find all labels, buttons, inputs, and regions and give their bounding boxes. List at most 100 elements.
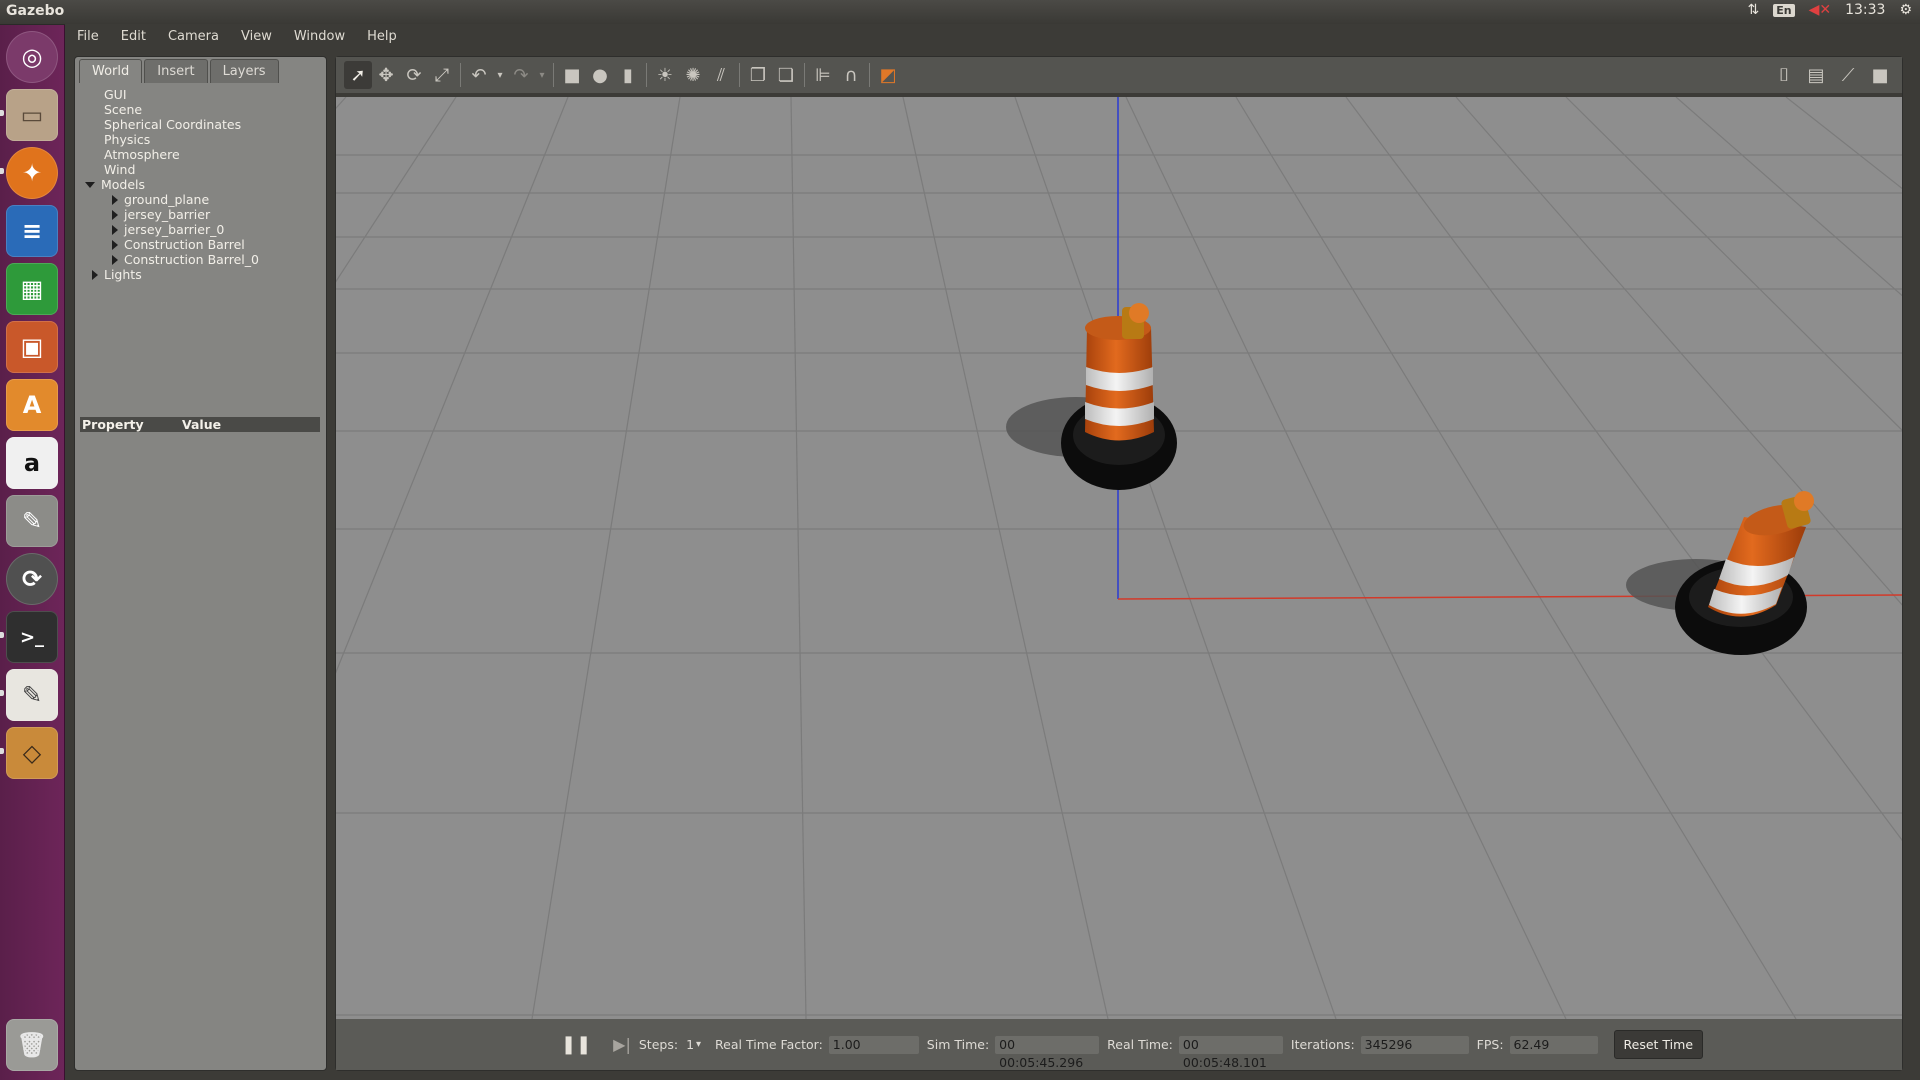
sphere-shape-icon[interactable]: ●	[586, 61, 614, 89]
software-center-icon[interactable]: A	[6, 379, 58, 431]
scene-render	[336, 97, 1902, 1019]
tree-item-atmosphere[interactable]: Atmosphere	[75, 147, 326, 162]
tab-insert[interactable]: Insert	[144, 59, 208, 83]
directional-light-icon[interactable]: ⫽	[707, 61, 735, 89]
log-icon[interactable]: ▤	[1802, 61, 1830, 89]
world-tree: GUI Scene Spherical Coordinates Physics …	[75, 87, 326, 282]
expand-right-icon[interactable]	[112, 254, 118, 265]
indicator-area: ⇅ En ◀✕ 13:33 ⚙	[1747, 2, 1912, 18]
tree-item-spherical-coordinates[interactable]: Spherical Coordinates	[75, 117, 326, 132]
tree-item-lights[interactable]: Lights	[75, 267, 326, 282]
menu-help[interactable]: Help	[367, 29, 397, 44]
files-icon[interactable]: ▭	[6, 89, 58, 141]
expand-right-icon[interactable]	[112, 194, 118, 205]
ubuntu-dash-icon[interactable]: ◎	[6, 31, 58, 83]
impress-icon[interactable]: ▣	[6, 321, 58, 373]
undo-history-dropdown-icon[interactable]: ▾	[493, 61, 507, 89]
expand-down-icon[interactable]	[85, 181, 95, 188]
toolbar: ➚ ✥ ⟳ ⤢ ↶ ▾ ↷ ▾ ■ ● ▮ ☀ ✺ ⫽ ❐ ❏ ⊫ ∩ ◩ ⌷ …	[336, 57, 1902, 93]
expand-right-icon[interactable]	[112, 224, 118, 235]
value-column-header[interactable]: Value	[182, 417, 221, 432]
menu-window[interactable]: Window	[294, 29, 345, 44]
network-icon[interactable]: ⇅	[1747, 2, 1759, 18]
scale-mode-icon[interactable]: ⤢	[428, 61, 456, 89]
bottom-bar: ❚❚ ▶| Steps: 1 ▾ Real Time Factor: 1.00 …	[336, 1019, 1902, 1070]
plot-icon[interactable]: ⟋	[1834, 61, 1862, 89]
volume-muted-icon[interactable]: ◀✕	[1809, 2, 1832, 18]
point-light-icon[interactable]: ☀	[651, 61, 679, 89]
expand-right-icon[interactable]	[92, 269, 98, 280]
view-angle-icon[interactable]: ◩	[874, 61, 902, 89]
amazon-icon[interactable]: a	[6, 437, 58, 489]
tree-item-label: Lights	[104, 267, 142, 282]
cylinder-shape-icon[interactable]: ▮	[614, 61, 642, 89]
tree-item-label: jersey_barrier_0	[124, 222, 225, 237]
gear-icon[interactable]: ⚙	[1899, 2, 1912, 18]
left-panel: World Insert Layers GUI Scene Spherical …	[74, 56, 327, 1071]
clock[interactable]: 13:33	[1845, 2, 1885, 18]
box-shape-icon[interactable]: ■	[558, 61, 586, 89]
tree-item-label: jersey_barrier	[124, 207, 211, 222]
menu-bar: File Edit Camera View Window Help	[65, 24, 1920, 48]
trash-icon[interactable]: 🗑	[6, 1019, 58, 1071]
property-column-header[interactable]: Property	[80, 417, 182, 432]
real-time-factor-label: Real Time Factor:	[715, 1037, 823, 1052]
menu-view[interactable]: View	[241, 29, 272, 44]
window-title: Gazebo	[6, 3, 65, 19]
scene-viewport[interactable]	[336, 97, 1902, 1019]
tree-item-models[interactable]: Models	[75, 177, 326, 192]
keyboard-indicator[interactable]: En	[1773, 3, 1795, 17]
menu-edit[interactable]: Edit	[121, 29, 146, 44]
expand-right-icon[interactable]	[112, 209, 118, 220]
gazebo-icon[interactable]: ◇	[6, 727, 58, 779]
tree-item-model[interactable]: jersey_barrier_0	[75, 222, 326, 237]
paste-icon[interactable]: ❏	[772, 61, 800, 89]
snap-icon[interactable]: ∩	[837, 61, 865, 89]
menu-file[interactable]: File	[77, 29, 99, 44]
select-mode-icon[interactable]: ➚	[344, 61, 372, 89]
text-editor-icon[interactable]: ✎	[6, 669, 58, 721]
redo-icon[interactable]: ↷	[507, 61, 535, 89]
terminal-icon[interactable]: >_	[6, 611, 58, 663]
software-updater-icon[interactable]: ⟳	[6, 553, 58, 605]
launcher: ◎ ▭ ✦ ≡ ▦ ▣ A a ✎ ⟳ >_ ✎ ◇ 🗑	[0, 25, 65, 1080]
tab-layers[interactable]: Layers	[209, 59, 279, 83]
system-settings-icon[interactable]: ✎	[6, 495, 58, 547]
redo-history-dropdown-icon[interactable]: ▾	[535, 61, 549, 89]
tree-item-wind[interactable]: Wind	[75, 162, 326, 177]
tree-item-label: ground_plane	[124, 192, 210, 207]
record-video-icon[interactable]: ■	[1866, 61, 1894, 89]
calc-icon[interactable]: ▦	[6, 263, 58, 315]
real-time-factor-field: 1.00	[828, 1035, 919, 1054]
tree-item-label: Models	[101, 177, 146, 192]
tree-item-model[interactable]: jersey_barrier	[75, 207, 326, 222]
spot-light-icon[interactable]: ✺	[679, 61, 707, 89]
align-icon[interactable]: ⊫	[809, 61, 837, 89]
translate-mode-icon[interactable]: ✥	[372, 61, 400, 89]
screenshot-icon[interactable]: ⌷	[1770, 61, 1798, 89]
tree-item-model[interactable]: Construction Barrel	[75, 237, 326, 252]
tree-item-gui[interactable]: GUI	[75, 87, 326, 102]
steps-value[interactable]: 1	[686, 1037, 694, 1052]
menu-camera[interactable]: Camera	[168, 29, 219, 44]
reset-time-button[interactable]: Reset Time	[1613, 1030, 1704, 1059]
tree-item-label: Construction Barrel_0	[124, 252, 259, 267]
copy-icon[interactable]: ❐	[744, 61, 772, 89]
property-table-header: Property Value	[80, 417, 320, 432]
tree-item-scene[interactable]: Scene	[75, 102, 326, 117]
tree-item-model[interactable]: ground_plane	[75, 192, 326, 207]
expand-right-icon[interactable]	[112, 239, 118, 250]
tab-world[interactable]: World	[79, 59, 143, 83]
rotate-mode-icon[interactable]: ⟳	[400, 61, 428, 89]
tree-item-model[interactable]: Construction Barrel_0	[75, 252, 326, 267]
pause-icon[interactable]: ❚❚	[561, 1034, 591, 1055]
undo-icon[interactable]: ↶	[465, 61, 493, 89]
writer-icon[interactable]: ≡	[6, 205, 58, 257]
steps-dropdown-icon[interactable]: ▾	[696, 1039, 701, 1050]
iterations-field: 345296	[1360, 1035, 1469, 1054]
real-time-field: 00 00:05:48.101	[1178, 1035, 1283, 1070]
step-icon[interactable]: ▶|	[613, 1035, 631, 1054]
tree-item-physics[interactable]: Physics	[75, 132, 326, 147]
tree-item-label: Construction Barrel	[124, 237, 245, 252]
firefox-icon[interactable]: ✦	[6, 147, 58, 199]
